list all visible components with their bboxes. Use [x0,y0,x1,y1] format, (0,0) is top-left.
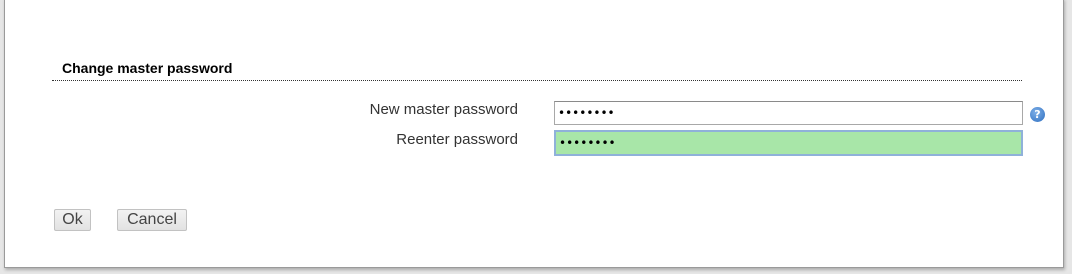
section-divider [52,80,1022,81]
new-password-label: New master password [369,101,518,118]
dialog-panel: Change master password New master passwo… [4,0,1064,268]
ok-button[interactable]: Ok [54,209,91,231]
new-password-input[interactable] [554,101,1023,125]
cancel-button[interactable]: Cancel [117,209,187,231]
section-title: Change master password [62,60,233,76]
reenter-password-input[interactable] [554,130,1023,156]
reenter-password-label: Reenter password [396,131,518,148]
help-icon[interactable]: ? [1030,107,1045,122]
